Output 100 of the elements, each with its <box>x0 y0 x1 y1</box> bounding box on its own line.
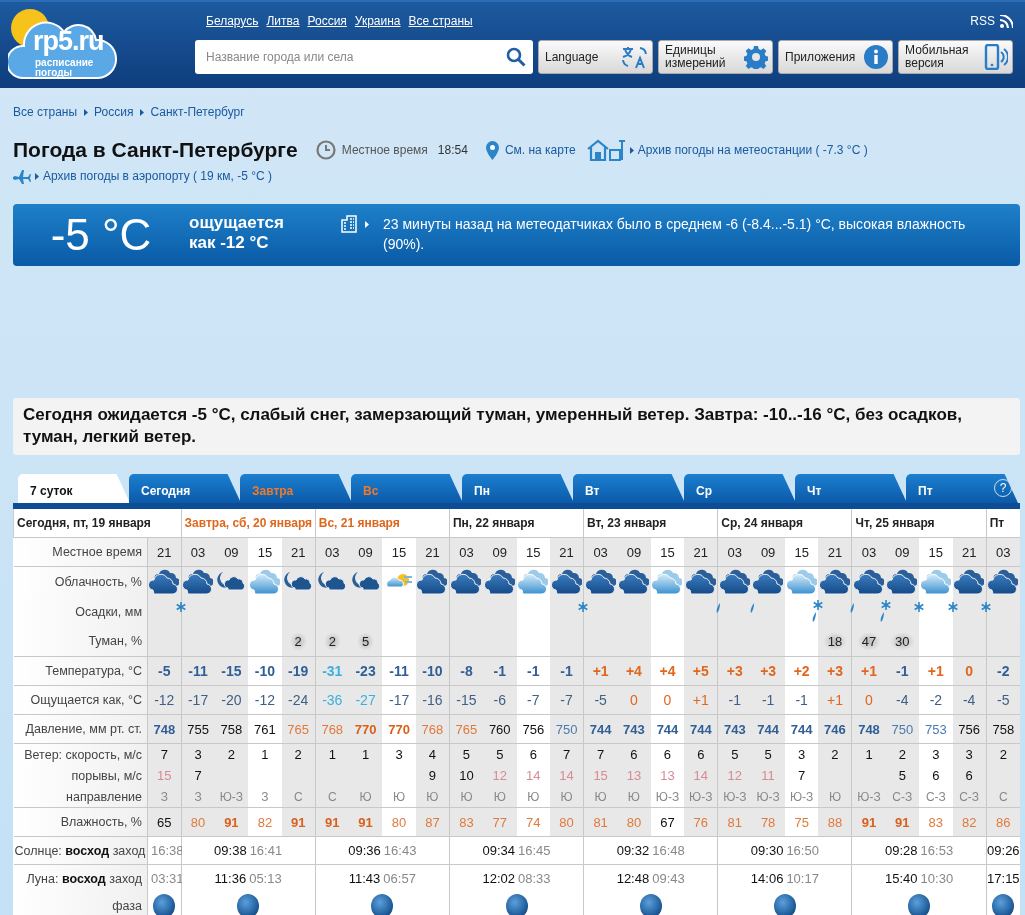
arrow-icon <box>365 221 369 228</box>
value-cell: 2 <box>214 743 249 765</box>
value-cell: +1 <box>684 685 718 715</box>
breadcrumb-link[interactable]: Все страны <box>13 105 78 119</box>
header-button[interactable]: Мобильная версия <box>898 40 1013 74</box>
value-cell: 6 <box>516 743 551 765</box>
value-cell: 753 <box>919 714 953 744</box>
value-cell: -20 <box>214 685 249 715</box>
value-cell: -31 <box>315 656 349 686</box>
value-cell: 83 <box>919 807 953 837</box>
day-tab[interactable]: Чт <box>795 474 907 503</box>
value-cell: 2 <box>986 743 1020 765</box>
value-cell: -8 <box>449 656 483 686</box>
translate-icon <box>620 44 648 70</box>
value-cell: 15 <box>583 765 618 786</box>
day-tab[interactable]: Пн <box>462 474 574 503</box>
value-cell: 13 <box>617 765 651 786</box>
search-icon[interactable] <box>506 47 526 67</box>
value-cell: 91 <box>852 807 886 837</box>
search-field[interactable]: Название города или села <box>195 40 533 74</box>
country-link[interactable]: Все страны <box>408 14 473 28</box>
row-label: Туман, % <box>13 626 148 657</box>
day-header: Вт, 23 января <box>583 509 718 538</box>
airport-archive-link[interactable]: Архив погоды в аэропорту ( 19 км, -5 °C ) <box>43 169 272 183</box>
current-temperature: -5 °C <box>49 209 153 261</box>
value-cell: С-З <box>885 786 920 808</box>
value-cell: -1 <box>885 656 920 686</box>
value-cell: 11 <box>751 765 785 786</box>
fog-value: 30 <box>890 631 915 651</box>
value-cell: -15 <box>214 656 249 686</box>
row-label: Влажность, % <box>13 807 148 837</box>
day-header: Завтра, сб, 20 января <box>181 509 316 538</box>
fog-value: 47 <box>856 631 882 651</box>
moon-phase-icon <box>503 892 530 915</box>
value-cell: 760 <box>482 714 517 744</box>
set-time: 03:31 <box>151 871 184 886</box>
rise-time: 12:02 <box>482 871 515 886</box>
value-cell: -1 <box>516 656 551 686</box>
row-label: Температура, °С <box>13 656 148 686</box>
value-cell: 87 <box>415 807 450 837</box>
header-button[interactable]: Единицы измерений <box>658 40 773 74</box>
country-link[interactable]: Россия <box>307 14 347 28</box>
building-icon <box>341 215 357 233</box>
time-cell: 15 <box>650 537 685 567</box>
value-cell: 74 <box>516 807 551 837</box>
rise-time: 11:36 <box>214 871 247 886</box>
value-cell: -12 <box>248 685 282 715</box>
rise-time: 09:26 <box>987 843 1020 858</box>
row-label: Давление, мм рт. ст. <box>13 714 148 744</box>
rise-time: 09:32 <box>616 843 650 858</box>
fog-value: 2 <box>323 631 341 651</box>
time-cell: 15 <box>248 537 282 567</box>
value-cell: +3 <box>717 656 752 686</box>
time-cell: 15 <box>382 537 416 567</box>
set-time: 16:48 <box>652 843 685 858</box>
time-cell: 09 <box>214 537 249 567</box>
rss-link[interactable]: RSS <box>970 14 995 28</box>
country-link[interactable]: Литва <box>266 14 300 28</box>
value-cell: 750 <box>550 714 584 744</box>
value-cell: 1 <box>315 743 349 765</box>
country-link[interactable]: Украина <box>354 14 401 28</box>
country-link[interactable]: Беларусь <box>206 14 259 28</box>
header-button[interactable]: Language <box>538 40 653 74</box>
value-cell: -4 <box>952 685 987 715</box>
moon-phase-icon <box>151 892 178 915</box>
set-time: 16:41 <box>249 843 283 858</box>
time-cell: 21 <box>281 537 316 567</box>
breadcrumb-link[interactable]: Санкт-Петербург <box>150 105 245 119</box>
value-cell: -19 <box>281 656 316 686</box>
value-cell: -1 <box>550 656 584 686</box>
fog-value: 18 <box>822 631 848 651</box>
value-cell: 13 <box>650 765 685 786</box>
day-header: Пт <box>986 509 1020 538</box>
value-cell: 744 <box>650 714 685 744</box>
value-cell: 75 <box>784 807 819 837</box>
station-archive-link[interactable]: Архив погоды на метеостанции ( -7.3 °C ) <box>637 143 868 157</box>
value-cell: 3 <box>952 743 987 765</box>
value-cell: 91 <box>885 807 920 837</box>
time-cell: 09 <box>751 537 785 567</box>
map-link[interactable]: См. на карте <box>504 143 576 157</box>
row-label: Луна: восход заход <box>13 864 148 892</box>
value-cell: 91 <box>348 807 383 837</box>
phone-icon <box>982 44 1008 70</box>
header-button[interactable]: Приложения <box>778 40 893 74</box>
arrow-icon <box>35 172 39 180</box>
value-cell: 744 <box>751 714 785 744</box>
set-time: 16:50 <box>786 843 819 858</box>
value-cell: 765 <box>281 714 316 744</box>
breadcrumb-link[interactable]: Россия <box>94 105 134 119</box>
value-cell: 750 <box>885 714 920 744</box>
day-tab[interactable]: Вт <box>573 474 685 503</box>
rise-time: 09:28 <box>885 843 918 858</box>
day-tab[interactable]: Ср <box>684 474 796 503</box>
day-header: Пн, 22 января <box>449 509 584 538</box>
day-tab[interactable]: Сегодня <box>129 474 241 503</box>
set-time: 10:30 <box>920 871 954 886</box>
value-cell: 12 <box>482 765 517 786</box>
moon-phase-icon <box>637 892 664 915</box>
value-cell: С-З <box>919 786 953 808</box>
day-tab[interactable]: 7 суток <box>18 474 130 503</box>
